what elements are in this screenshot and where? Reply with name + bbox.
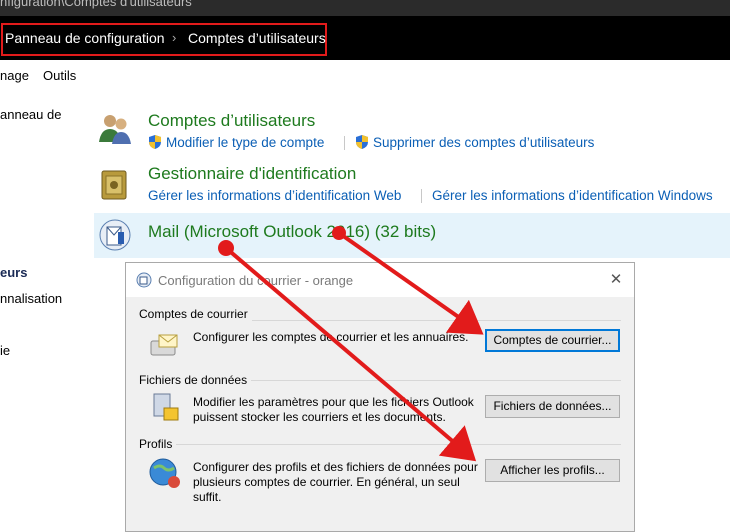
mail-setup-dialog: Configuration du courrier - orange ✕ Com…	[125, 262, 635, 532]
credential-manager-icon	[101, 170, 127, 200]
menu-bar: nage Outils	[0, 60, 730, 90]
menu-item-affichage[interactable]: nage	[0, 68, 29, 83]
group-label-data-files: Fichiers de données	[139, 373, 252, 387]
user-accounts-icon	[99, 115, 131, 144]
breadcrumb-item-control-panel[interactable]: Panneau de configuration	[5, 30, 165, 46]
uac-shield-icon	[356, 135, 368, 149]
close-icon[interactable]: ✕	[604, 268, 628, 292]
breadcrumb-separator-icon: ›	[172, 30, 177, 45]
link-delete-user-accounts[interactable]: Supprimer des comptes d’utilisateurs	[373, 135, 594, 150]
address-bar[interactable]: Panneau de configuration › Comptes d’uti…	[0, 16, 730, 60]
group-label-profiles: Profils	[139, 437, 177, 451]
menu-item-outils[interactable]: Outils	[43, 68, 76, 83]
link-web-credentials[interactable]: Gérer les informations d’identification …	[148, 188, 401, 203]
group-label-email-accounts: Comptes de courrier	[139, 307, 252, 321]
dialog-title: Configuration du courrier - orange	[158, 273, 354, 288]
show-profiles-button[interactable]: Afficher les profils...	[485, 459, 620, 482]
link-modify-account-type[interactable]: Modifier le type de compte	[166, 135, 324, 150]
data-files-button[interactable]: Fichiers de données...	[485, 395, 620, 418]
dialog-titlebar: Configuration du courrier - orange ✕	[126, 263, 634, 297]
category-title-credential-manager[interactable]: Gestionnaire d'identification	[148, 164, 356, 184]
nav-item-ie[interactable]: ie	[0, 343, 10, 358]
category-title-mail[interactable]: Mail (Microsoft Outlook 2016) (32 bits)	[148, 222, 436, 242]
link-separator	[421, 189, 422, 203]
nav-item-panneau[interactable]: anneau de	[0, 107, 61, 122]
left-navigation: anneau de eurs nnalisation ie	[0, 90, 90, 521]
mail-app-icon	[136, 272, 152, 288]
group-text-data-files: Modifier les paramètres pour que les fic…	[193, 395, 474, 424]
category-title-user-accounts[interactable]: Comptes d’utilisateurs	[148, 111, 315, 131]
profiles-icon	[149, 458, 180, 488]
window-titlebar: nfiguration\Comptes d'utilisateurs	[0, 0, 730, 16]
uac-shield-icon	[149, 135, 161, 149]
email-accounts-button[interactable]: Comptes de courrier...	[485, 329, 620, 352]
group-text-email-accounts: Configurer les comptes de courrier et le…	[193, 330, 469, 344]
breadcrumb-item-user-accounts[interactable]: Comptes d’utilisateurs	[188, 30, 326, 46]
email-accounts-icon	[150, 334, 178, 356]
mail-icon	[99, 219, 131, 251]
link-separator	[344, 136, 345, 150]
data-files-icon	[153, 393, 179, 421]
group-divider	[139, 444, 621, 445]
group-text-profiles: Configurer des profils et des fichiers d…	[193, 460, 478, 504]
nav-item-personnalisation[interactable]: nnalisation	[0, 291, 62, 306]
window-title: nfiguration\Comptes d'utilisateurs	[0, 0, 192, 9]
link-windows-credentials[interactable]: Gérer les informations d’identification …	[432, 188, 713, 203]
nav-item-comptes-active[interactable]: eurs	[0, 265, 27, 280]
